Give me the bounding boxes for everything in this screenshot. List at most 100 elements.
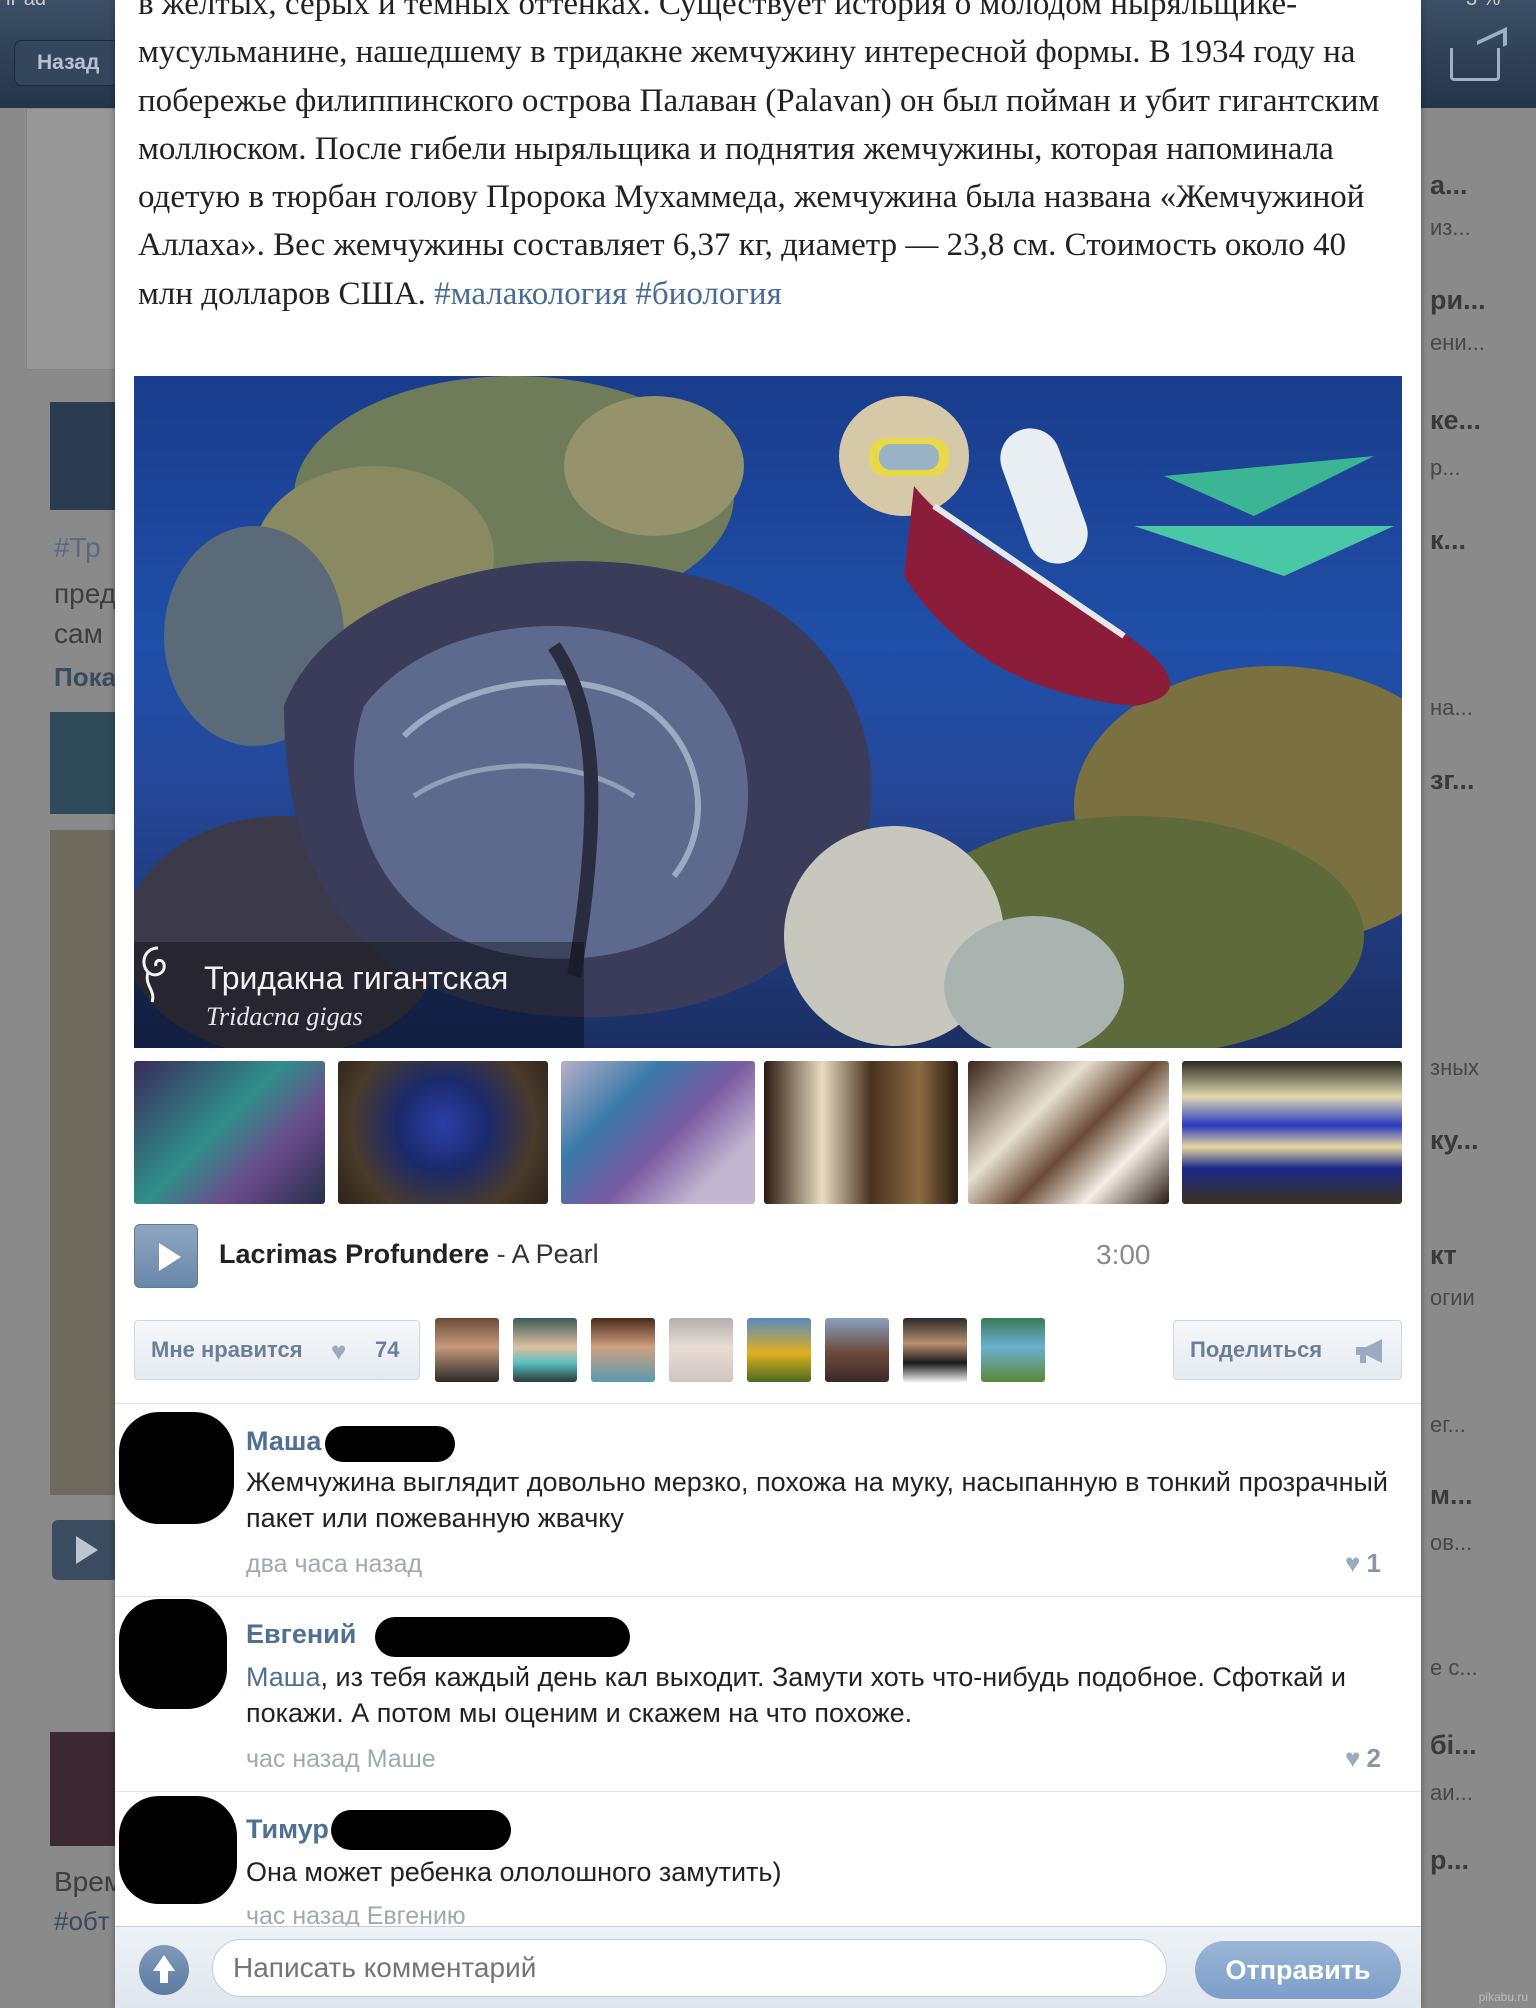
background-subtitle: р... — [1430, 455, 1461, 480]
post-hashtags[interactable]: #малакология #биология — [434, 276, 782, 312]
avatar[interactable] — [903, 1318, 967, 1382]
comment-like[interactable]: ♥ 1 — [1345, 1548, 1381, 1579]
background-subtitle: е с... — [1430, 1655, 1478, 1680]
background-title: р... — [1430, 1845, 1469, 1875]
background-subtitle: из... — [1430, 215, 1471, 240]
avatar[interactable] — [669, 1318, 733, 1382]
back-button[interactable]: Назад — [14, 40, 123, 86]
comment-author[interactable]: Маша — [246, 1426, 321, 1457]
thumbnail[interactable] — [968, 1061, 1169, 1204]
background-thumbnail — [50, 1732, 118, 1846]
background-subtitle: огии — [1430, 1285, 1475, 1310]
photo-caption: Тридакна гигантская Tridacna gigas — [134, 942, 584, 1048]
redaction-mark — [325, 1426, 455, 1462]
background-snippet: #Тр — [54, 532, 101, 563]
comment-time[interactable]: час назад Маше — [246, 1745, 436, 1774]
redaction-mark — [375, 1617, 630, 1657]
spiral-icon — [142, 946, 166, 1003]
comment-like-count: 1 — [1366, 1548, 1381, 1578]
background-snippet: сам — [54, 618, 103, 649]
background-snippet: Врем — [54, 1866, 124, 1897]
avatar[interactable] — [119, 1412, 234, 1524]
thumbnail[interactable] — [134, 1061, 325, 1204]
background-subtitle: ег... — [1430, 1412, 1466, 1437]
avatar[interactable] — [513, 1318, 577, 1382]
thumbnail[interactable] — [338, 1061, 548, 1204]
redaction-mark — [331, 1810, 511, 1850]
share-icon[interactable] — [1450, 48, 1500, 81]
avatar[interactable] — [825, 1318, 889, 1382]
comment: Маша Жемчужина выглядит довольно мерзко,… — [115, 1403, 1421, 1596]
post-modal: в желтых, серых и темных оттенках. Сущес… — [115, 0, 1421, 2008]
comment-author[interactable]: Тимур — [246, 1814, 329, 1845]
send-button[interactable]: Отправить — [1195, 1941, 1401, 1999]
attach-upload-icon[interactable] — [139, 1945, 189, 1995]
background-snippet: Пока — [54, 662, 117, 692]
thumbnail[interactable] — [764, 1061, 958, 1204]
background-subtitle: зных — [1430, 1055, 1480, 1080]
post-body: в желтых, серых и темных оттенках. Сущес… — [138, 0, 1380, 312]
background-subtitle: ени... — [1430, 330, 1486, 355]
background-subtitle: ов... — [1430, 1530, 1473, 1555]
avatar[interactable] — [119, 1599, 227, 1709]
comment-time[interactable]: два часа назад — [246, 1550, 422, 1579]
megaphone-icon — [1356, 1339, 1382, 1363]
avatar[interactable] — [981, 1318, 1045, 1382]
background-image — [50, 830, 118, 1495]
comment-input[interactable] — [212, 1939, 1167, 1997]
comment-text: Маша, из тебя каждый день кал выходит. З… — [246, 1659, 1396, 1731]
background-subtitle: на... — [1430, 695, 1473, 720]
background-right-column: а... из... ри... ени... ке... р... к... … — [1420, 120, 1536, 1920]
background-title: а... — [1430, 170, 1468, 200]
heart-icon: ♥ — [1345, 1548, 1361, 1578]
comment-like[interactable]: ♥ 2 — [1345, 1743, 1381, 1774]
background-title: к... — [1430, 525, 1467, 555]
background-title: ку... — [1430, 1125, 1479, 1155]
comment: Тимур Она может ребенка ололошного замут… — [115, 1791, 1421, 1932]
thumbnail[interactable] — [561, 1061, 755, 1204]
heart-icon: ♥ — [1345, 1743, 1361, 1773]
caption-title: Тридакна гигантская — [204, 960, 509, 996]
status-battery: 3 % — [1466, 0, 1500, 11]
comment-text-body: , из тебя каждый день кал выходит. Замут… — [246, 1662, 1346, 1728]
background-title: кт — [1430, 1240, 1457, 1270]
background-title: зг... — [1430, 765, 1475, 795]
background-subtitle: аи... — [1430, 1780, 1473, 1805]
like-count: 74 — [375, 1337, 400, 1362]
main-photo[interactable]: Тридакна гигантская Tridacna gigas — [134, 376, 1402, 1048]
share-label: Поделиться — [1190, 1337, 1323, 1362]
comment-composer: Отправить — [115, 1926, 1421, 2008]
comment-like-count: 2 — [1366, 1743, 1381, 1773]
heart-icon: ♥ — [331, 1336, 347, 1366]
comment-text: Жемчужина выглядит довольно мерзко, похо… — [246, 1467, 1389, 1533]
like-button[interactable]: Мне нравится ♥ 74 — [134, 1320, 420, 1380]
avatar[interactable] — [747, 1318, 811, 1382]
audio-duration: 3:00 — [1096, 1239, 1151, 1270]
post-text: в желтых, серых и темных оттенках. Сущес… — [138, 0, 1398, 318]
like-label: Мне нравится — [151, 1337, 303, 1362]
background-thumbnail — [50, 402, 118, 510]
avatar[interactable] — [435, 1318, 499, 1382]
background-play-button — [52, 1520, 118, 1580]
share-button[interactable]: Поделиться — [1173, 1320, 1402, 1380]
background-snippet: пред — [54, 578, 117, 609]
photo-thumbnails — [134, 1061, 1402, 1204]
audio-track: Lacrimas Profundere - A Pearl 3:00 — [134, 1224, 1254, 1288]
avatar[interactable] — [119, 1796, 237, 1904]
comment: Евгений Маша, из тебя каждый день кал вы… — [115, 1596, 1421, 1791]
play-button[interactable] — [134, 1224, 198, 1288]
audio-artist: Lacrimas Profundere — [219, 1239, 490, 1269]
thumbnail[interactable] — [1182, 1061, 1402, 1204]
background-snippet: #обт — [54, 1906, 110, 1936]
background-title: ке... — [1430, 405, 1482, 435]
status-device: iPad — [6, 0, 46, 11]
audio-title: A Pearl — [511, 1239, 599, 1269]
caption-subtitle: Tridacna gigas — [206, 1002, 363, 1031]
background-thumbnail — [50, 712, 118, 814]
audio-info: Lacrimas Profundere - A Pearl — [219, 1239, 599, 1270]
avatar[interactable] — [591, 1318, 655, 1382]
comment-author[interactable]: Евгений — [246, 1619, 356, 1650]
comment-text: Она может ребенка ололошного замутить) — [246, 1857, 782, 1887]
comment-mention[interactable]: Маша — [246, 1662, 321, 1692]
play-icon — [159, 1243, 181, 1271]
